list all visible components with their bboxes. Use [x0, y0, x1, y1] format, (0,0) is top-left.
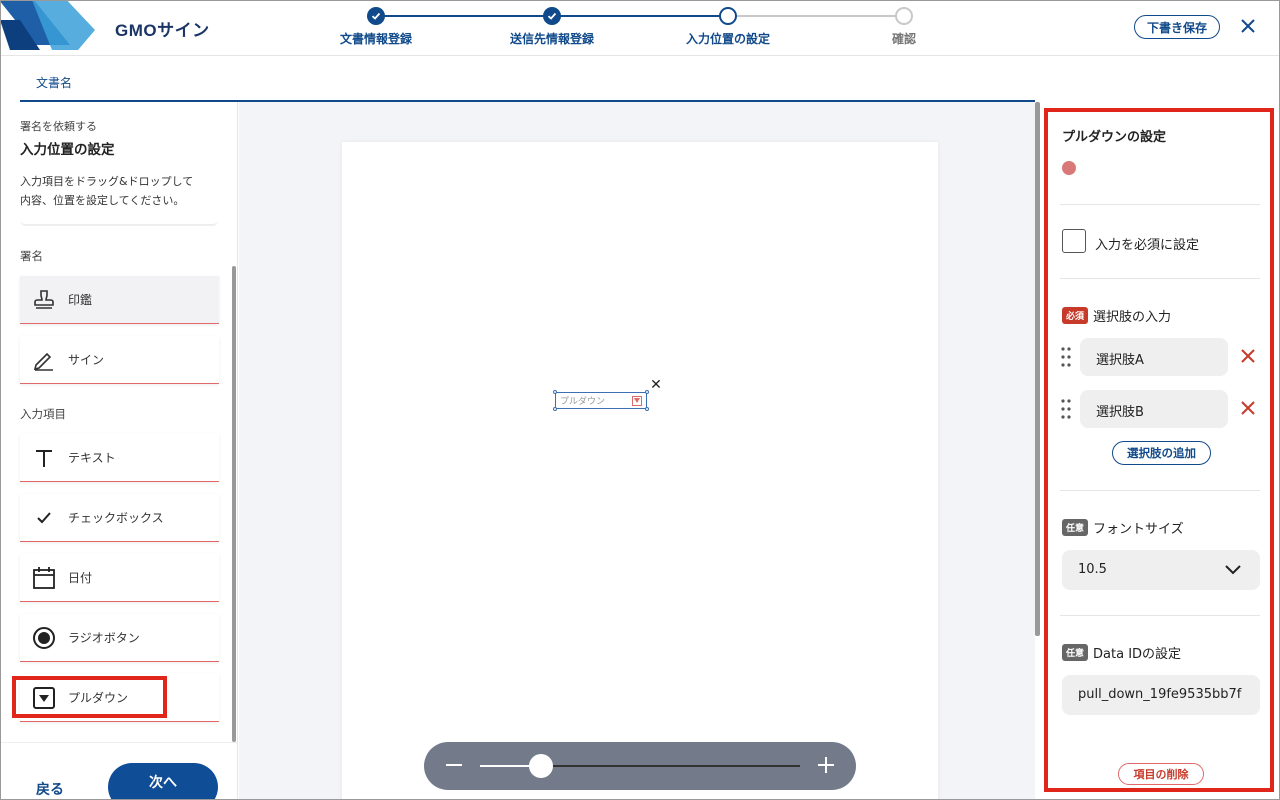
resize-handle[interactable]	[553, 407, 557, 411]
step-pending-icon	[895, 7, 913, 25]
panel-divider	[20, 218, 218, 226]
step-check-icon	[367, 7, 385, 25]
step-current-icon	[719, 7, 737, 25]
description-line: 入力項目をドラッグ&ドロップして	[20, 175, 194, 188]
resize-handle[interactable]	[645, 407, 649, 411]
step-check-icon	[543, 7, 561, 25]
step-1: 文書情報登録	[296, 6, 456, 47]
step-label: 確認	[891, 32, 916, 46]
tool-label: ラジオボタン	[68, 631, 140, 645]
tool-date[interactable]: 日付	[20, 554, 219, 602]
zoom-in-icon[interactable]	[814, 753, 838, 777]
brand-logo-text: GMOサイン	[115, 21, 210, 40]
caret-down-icon	[632, 395, 642, 406]
tool-signature[interactable]: サイン	[20, 336, 219, 384]
tool-stamp[interactable]: 印鑑	[20, 276, 219, 324]
highlight-settings-panel	[1044, 108, 1274, 792]
panel-footer: 戻る 次へ	[0, 742, 237, 800]
document-tab-bar: 文書名	[0, 56, 1280, 102]
tool-checkbox[interactable]: チェックボックス	[20, 494, 219, 542]
tool-radio[interactable]: ラジオボタン	[20, 614, 219, 662]
zoom-slider-thumb[interactable]	[528, 754, 553, 778]
zoom-slider-track[interactable]	[480, 754, 800, 778]
step-4: 確認	[824, 6, 984, 47]
tool-text[interactable]: テキスト	[20, 434, 219, 482]
tool-label: 日付	[68, 571, 93, 585]
palette-scrollbar[interactable]	[232, 266, 236, 742]
stamp-icon	[20, 289, 68, 311]
step-3: 入力位置の設定	[648, 6, 808, 47]
step-label: 文書情報登録	[339, 32, 412, 46]
calendar-icon	[20, 566, 68, 590]
checkmark-icon	[20, 510, 68, 526]
tool-label: チェックボックス	[68, 511, 164, 525]
tab-document-name[interactable]: 文書名	[36, 74, 72, 91]
step-label: 入力位置の設定	[685, 32, 770, 46]
canvas-scrollbar[interactable]	[1035, 102, 1040, 636]
progress-steps: 文書情報登録 送信先情報登録 入力位置の設定 確認	[330, 6, 950, 50]
tool-label: 印鑑	[68, 293, 93, 307]
document-canvas[interactable]: プルダウン ✕	[239, 102, 1035, 800]
group-label-signature: 署名	[20, 249, 43, 263]
text-icon	[20, 447, 68, 469]
tool-label: サイン	[68, 353, 105, 367]
resize-handle[interactable]	[553, 390, 557, 394]
next-button[interactable]: 次へ	[108, 763, 218, 800]
zoom-control	[424, 742, 856, 790]
field-placeholder: プルダウン	[560, 397, 606, 407]
app-header: GMOサイン 文書情報登録 送信先情報登録 入力位置の設定 確認 下書き保存	[0, 0, 1280, 56]
highlight-dropdown-tool	[12, 676, 167, 718]
description-line: 内容、位置を設定してください。	[20, 194, 185, 207]
radio-icon	[20, 626, 68, 650]
brand-logo-mark	[0, 0, 100, 50]
zoom-out-icon[interactable]	[442, 753, 466, 777]
pen-icon	[20, 349, 68, 371]
document-page[interactable]: プルダウン ✕	[342, 142, 938, 800]
step-label: 送信先情報登録	[509, 32, 594, 46]
back-link[interactable]: 戻る	[36, 779, 64, 799]
panel-subtitle: 署名を依頼する	[20, 120, 97, 133]
step-2: 送信先情報登録	[472, 6, 632, 47]
panel-description: 入力項目をドラッグ&ドロップして 内容、位置を設定してください。	[20, 172, 217, 210]
remove-field-icon[interactable]: ✕	[647, 376, 665, 394]
placed-dropdown-field[interactable]: プルダウン	[555, 392, 647, 409]
tool-label: テキスト	[68, 451, 116, 465]
group-label-input: 入力項目	[20, 407, 66, 421]
panel-title: 入力位置の設定	[20, 142, 115, 158]
close-icon[interactable]	[1234, 12, 1262, 40]
save-draft-button[interactable]: 下書き保存	[1134, 15, 1220, 39]
